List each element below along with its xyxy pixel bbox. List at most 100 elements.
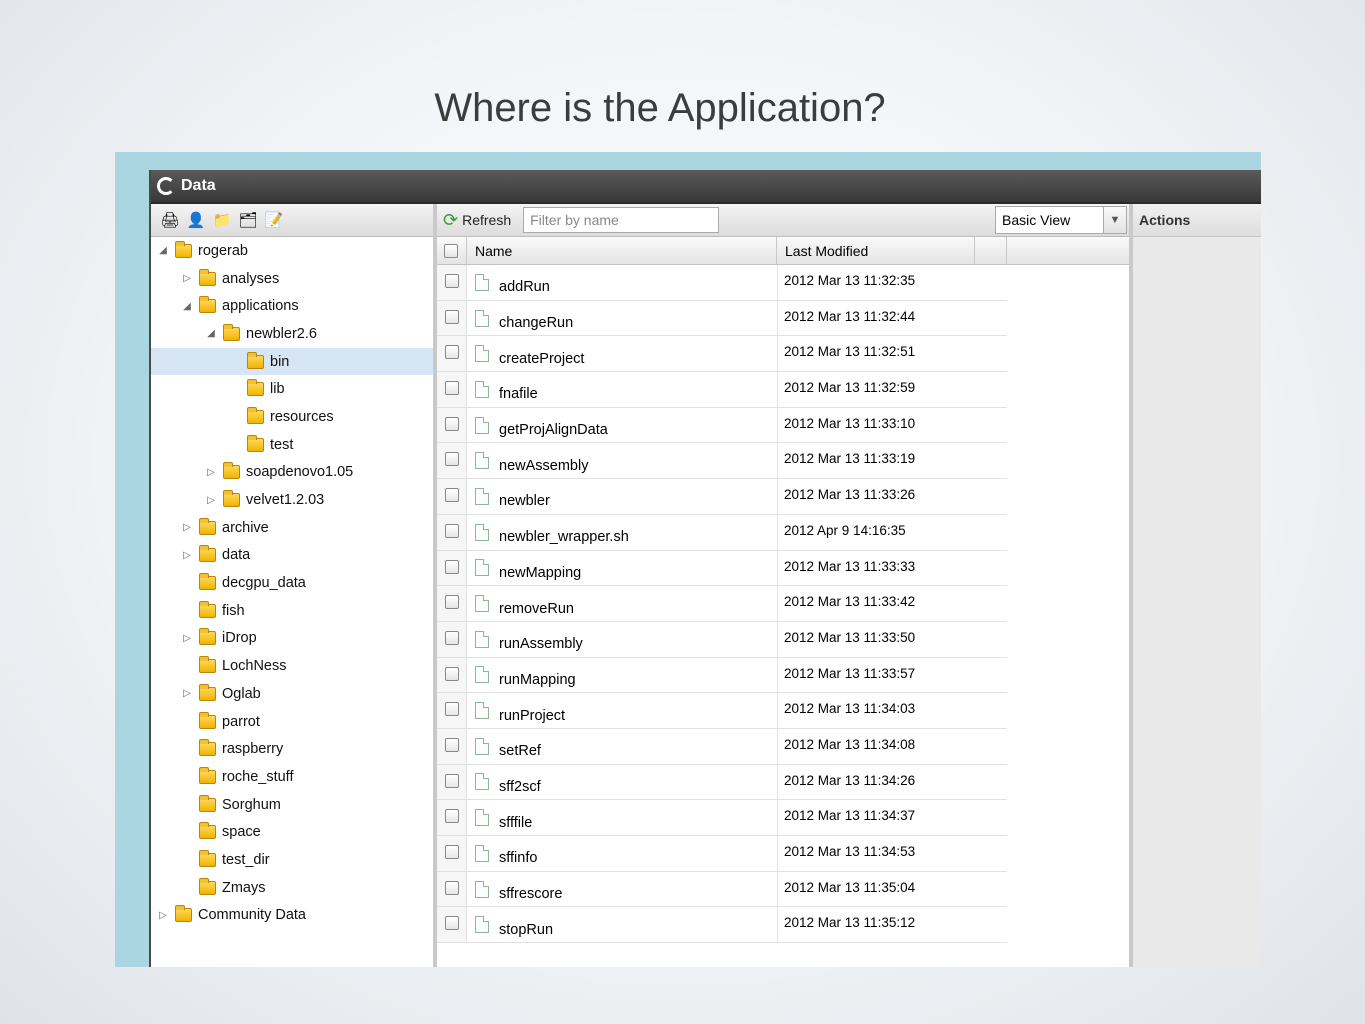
file-name-cell[interactable]: fnafile: [467, 372, 777, 407]
tree-item[interactable]: raspberry: [151, 735, 433, 763]
row-checkbox[interactable]: [444, 309, 459, 324]
tree-item[interactable]: Sorghum: [151, 791, 433, 819]
table-row[interactable]: setRef 2012 Mar 13 11:34:08: [437, 728, 1007, 765]
tree-item[interactable]: decgpu_data: [151, 569, 433, 597]
row-checkbox[interactable]: [444, 595, 459, 610]
filter-input[interactable]: [523, 207, 720, 233]
file-name-cell[interactable]: removeRun: [467, 586, 777, 621]
tree-item[interactable]: test: [151, 431, 433, 459]
file-name-cell[interactable]: setRef: [467, 729, 777, 764]
table-row[interactable]: runProject 2012 Mar 13 11:34:03: [437, 693, 1007, 729]
row-checkbox[interactable]: [444, 845, 459, 859]
tree-item[interactable]: ▷ iDrop: [151, 625, 433, 653]
refresh-button[interactable]: ⟳ Refresh: [443, 210, 511, 231]
row-checkbox[interactable]: [444, 773, 459, 788]
file-name-cell[interactable]: newMapping: [467, 551, 777, 586]
table-row[interactable]: changeRun 2012 Mar 13 11:32:44: [437, 300, 1007, 337]
table-row[interactable]: getProjAlignData 2012 Mar 13 11:33:10: [437, 407, 1007, 444]
tree-item[interactable]: ▷ data: [151, 542, 433, 570]
collapsed-arrow-icon[interactable]: ▷: [205, 467, 217, 478]
row-checkbox[interactable]: [444, 702, 459, 717]
tree-item[interactable]: ▷ archive: [151, 514, 433, 542]
file-name-cell[interactable]: runAssembly: [467, 622, 777, 657]
tree-item[interactable]: bin: [151, 347, 433, 376]
file-name-cell[interactable]: changeRun: [467, 301, 777, 336]
table-row[interactable]: fnafile 2012 Mar 13 11:32:59: [437, 372, 1007, 408]
file-name-cell[interactable]: sffinfo: [467, 836, 777, 871]
tree-item[interactable]: Zmays: [151, 874, 433, 902]
collapsed-arrow-icon[interactable]: ▷: [181, 550, 193, 561]
expanded-arrow-icon[interactable]: ◢: [157, 245, 169, 256]
table-row[interactable]: runMapping 2012 Mar 13 11:33:57: [437, 657, 1007, 694]
file-name-cell[interactable]: newbler_wrapper.sh: [467, 515, 777, 550]
file-name-cell[interactable]: newAssembly: [467, 443, 777, 478]
file-name-cell[interactable]: stopRun: [467, 907, 777, 942]
table-row[interactable]: newbler_wrapper.sh 2012 Apr 9 14:16:35: [437, 514, 1007, 551]
table-row[interactable]: addRun 2012 Mar 13 11:32:35: [437, 265, 1007, 301]
row-checkbox[interactable]: [444, 666, 459, 681]
row-checkbox[interactable]: [444, 274, 459, 288]
delete-folder-icon[interactable]: 🗂: [237, 210, 259, 230]
tree-item[interactable]: ◢ rogerab: [151, 237, 433, 265]
file-name-cell[interactable]: sff2scf: [467, 765, 777, 800]
file-name-cell[interactable]: runProject: [467, 693, 777, 728]
row-checkbox[interactable]: [444, 416, 459, 431]
table-row[interactable]: sfffile 2012 Mar 13 11:34:37: [437, 800, 1007, 836]
table-row[interactable]: runAssembly 2012 Mar 13 11:33:50: [437, 621, 1007, 658]
table-row[interactable]: createProject 2012 Mar 13 11:32:51: [437, 336, 1007, 373]
collapsed-arrow-icon[interactable]: ▷: [181, 273, 193, 284]
row-checkbox[interactable]: [444, 559, 459, 574]
tree-item[interactable]: LochNess: [151, 652, 433, 680]
tree-item[interactable]: ◢ applications: [151, 292, 433, 320]
import-icon[interactable]: 👤: [185, 210, 207, 230]
row-checkbox[interactable]: [444, 737, 459, 752]
tree-item[interactable]: ▷ Community Data: [151, 902, 433, 930]
new-folder-icon[interactable]: 📁: [211, 210, 233, 230]
collapsed-arrow-icon[interactable]: ▷: [181, 633, 193, 644]
collapsed-arrow-icon[interactable]: ▷: [181, 688, 193, 699]
table-row[interactable]: sffinfo 2012 Mar 13 11:34:53: [437, 836, 1007, 872]
expanded-arrow-icon[interactable]: ◢: [205, 328, 217, 339]
tree-item[interactable]: ◢ newbler2.6: [151, 320, 433, 348]
collapsed-arrow-icon[interactable]: ▷: [205, 495, 217, 506]
table-row[interactable]: newAssembly 2012 Mar 13 11:33:19: [437, 443, 1007, 480]
row-checkbox[interactable]: [444, 630, 459, 645]
tree-item[interactable]: parrot: [151, 708, 433, 736]
tree-item[interactable]: lib: [151, 375, 433, 403]
tree-item[interactable]: ▷ velvet1.2.03: [151, 486, 433, 514]
row-checkbox[interactable]: [444, 452, 459, 467]
table-row[interactable]: stopRun 2012 Mar 13 11:35:12: [437, 907, 1007, 944]
tree-item[interactable]: ▷ soapdenovo1.05: [151, 459, 433, 487]
collapsed-arrow-icon[interactable]: ▷: [181, 522, 193, 533]
tree-item[interactable]: ▷ Oglab: [151, 680, 433, 708]
table-row[interactable]: sffrescore 2012 Mar 13 11:35:04: [437, 871, 1007, 908]
file-name-cell[interactable]: sffrescore: [467, 872, 777, 907]
edit-icon[interactable]: 📝: [263, 210, 285, 230]
upload-icon[interactable]: 🖨: [159, 210, 181, 230]
table-row[interactable]: sff2scf 2012 Mar 13 11:34:26: [437, 764, 1007, 801]
row-checkbox[interactable]: [444, 523, 459, 538]
file-name-cell[interactable]: getProjAlignData: [467, 408, 777, 443]
table-row[interactable]: newbler 2012 Mar 13 11:33:26: [437, 479, 1007, 515]
tree-item[interactable]: fish: [151, 597, 433, 625]
tree-item[interactable]: space: [151, 818, 433, 846]
file-name-cell[interactable]: addRun: [467, 265, 777, 300]
file-name-cell[interactable]: runMapping: [467, 658, 777, 693]
table-row[interactable]: removeRun 2012 Mar 13 11:33:42: [437, 586, 1007, 622]
row-checkbox[interactable]: [444, 916, 459, 931]
tree-item[interactable]: ▷ analyses: [151, 265, 433, 293]
expanded-arrow-icon[interactable]: ◢: [181, 301, 193, 312]
collapsed-arrow-icon[interactable]: ▷: [157, 910, 169, 921]
file-name-cell[interactable]: newbler: [467, 479, 777, 514]
row-checkbox[interactable]: [444, 345, 459, 360]
column-header-modified[interactable]: Last Modified: [777, 237, 975, 264]
tree-item[interactable]: test_dir: [151, 846, 433, 874]
file-name-cell[interactable]: sfffile: [467, 800, 777, 835]
column-header-name[interactable]: Name: [467, 237, 777, 264]
tree-item[interactable]: roche_stuff: [151, 763, 433, 791]
chevron-down-icon[interactable]: ▼: [1103, 207, 1126, 233]
view-select[interactable]: Basic View ▼: [995, 206, 1127, 234]
file-name-cell[interactable]: createProject: [467, 336, 777, 371]
table-row[interactable]: newMapping 2012 Mar 13 11:33:33: [437, 550, 1007, 587]
row-checkbox[interactable]: [444, 488, 459, 503]
